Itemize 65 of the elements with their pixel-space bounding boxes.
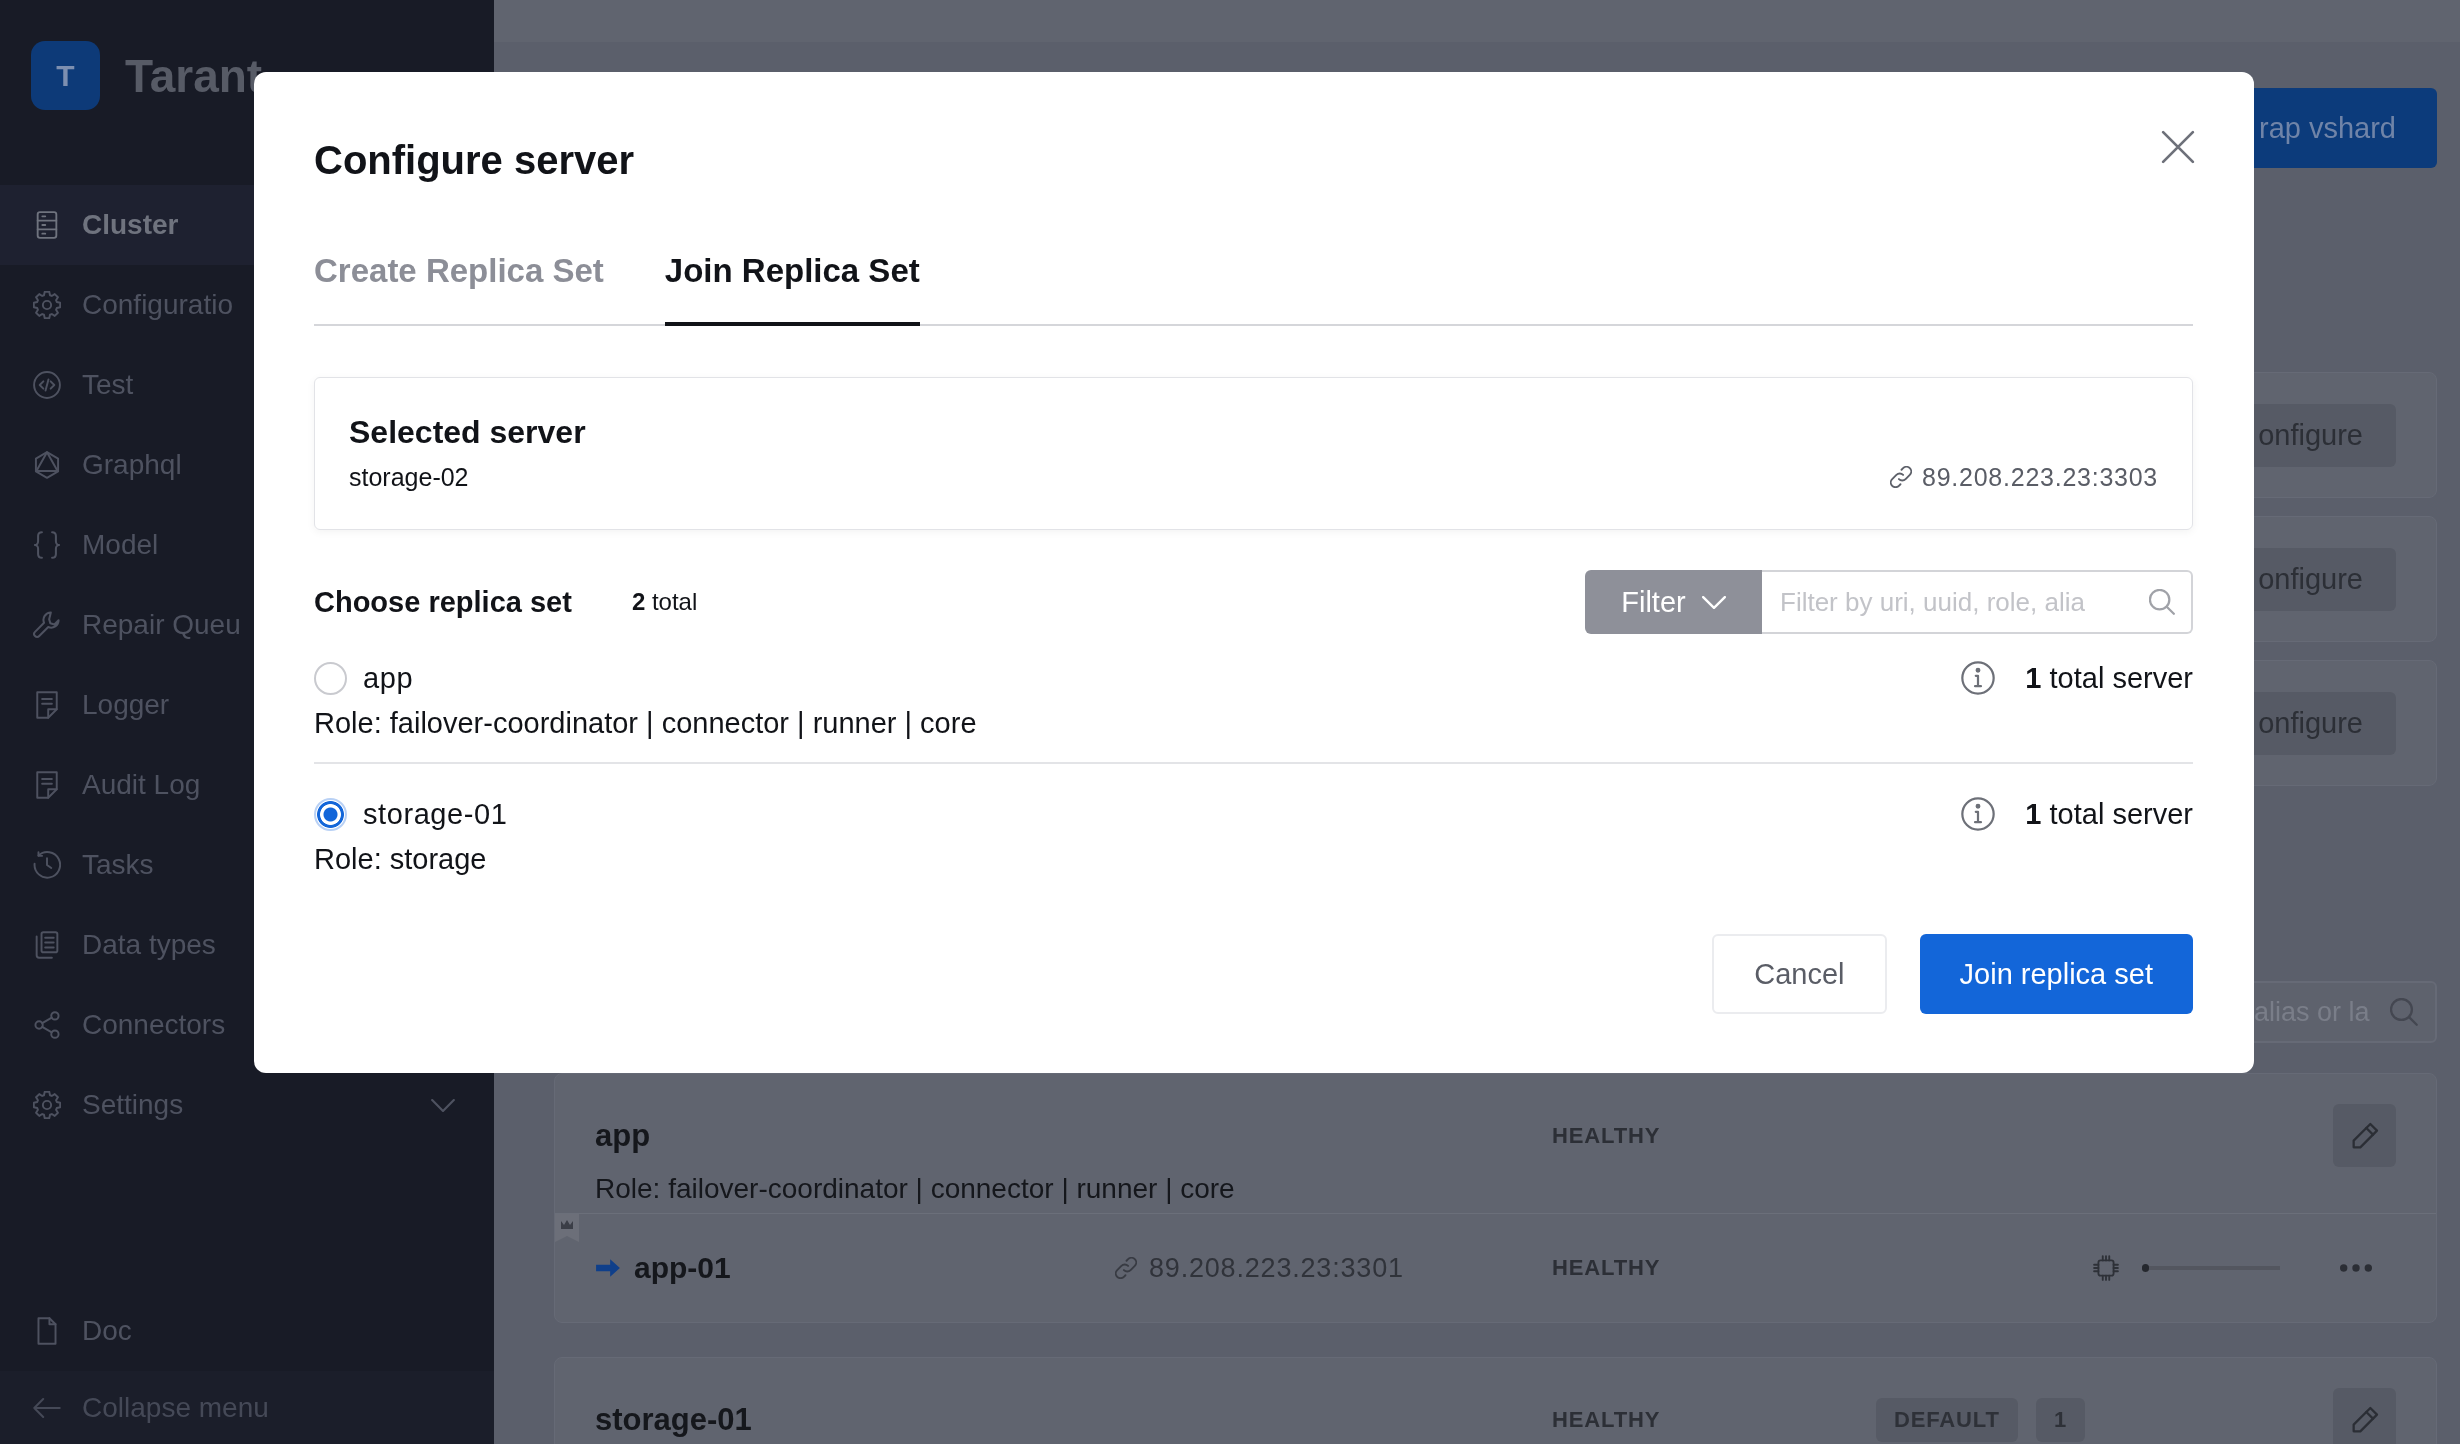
server-name: storage-02 (349, 462, 469, 493)
hexagon-icon (33, 451, 61, 479)
cancel-button[interactable]: Cancel (1712, 934, 1887, 1014)
nav-item[interactable]: Settings (0, 1065, 494, 1145)
replica-set-name: storage-01 (595, 1401, 753, 1438)
replica-set-name: storage-01 (363, 797, 508, 831)
health-status: HEALTHY (1552, 1255, 1662, 1281)
chevron-down-icon[interactable] (431, 1098, 455, 1112)
card-title: Selected server (349, 413, 587, 451)
search-icon (2149, 589, 2175, 615)
info-icon (1961, 797, 1996, 831)
nav-item[interactable]: Logger (0, 665, 174, 745)
radio-button[interactable] (314, 797, 347, 831)
documents-icon (33, 931, 61, 959)
link-icon (1890, 466, 1913, 488)
nav-item[interactable]: Model (0, 505, 163, 585)
nav-item[interactable]: Audit Log (0, 745, 205, 825)
nav-item[interactable]: Connectors (0, 985, 230, 1065)
replica-set-name: app (595, 1117, 652, 1154)
radio-button[interactable] (314, 661, 347, 695)
roles-text: Role: failover-coordinator | connector | runner | core (594, 1172, 1236, 1206)
note-icon (33, 771, 61, 799)
replica-set-name: app (363, 661, 414, 695)
dialog-title: Configure server (314, 137, 635, 184)
nav-item[interactable]: Doc (0, 1291, 136, 1371)
join-button[interactable]: Join replica set (1919, 934, 2193, 1014)
server-count: 1 total server (2025, 797, 2193, 831)
pencil-icon (2350, 1121, 2379, 1150)
tab[interactable]: Join Replica Set (664, 251, 920, 326)
filter-button[interactable]: Filter (1585, 570, 1762, 634)
gear-icon (33, 291, 61, 319)
braces-icon (33, 531, 61, 559)
wrench-icon (33, 611, 61, 639)
logo-text: Tarant (125, 48, 263, 104)
nav-item[interactable]: Test (0, 345, 138, 425)
health-status: HEALTHY (1552, 1406, 1662, 1433)
more-icon[interactable] (2340, 1264, 2372, 1272)
share-icon (33, 1011, 61, 1039)
clock-icon (33, 851, 61, 879)
note-icon (33, 691, 61, 719)
link-icon (1115, 1257, 1137, 1279)
code-icon (33, 371, 61, 399)
logo-mark: T (31, 41, 100, 110)
settings-icon (33, 1091, 61, 1119)
search-icon (2390, 998, 2418, 1026)
nav-item[interactable]: Data types (0, 905, 220, 985)
nav-item[interactable]: Repair Queu (0, 585, 245, 665)
chip-icon (2093, 1255, 2119, 1281)
pencil-icon (2350, 1405, 2379, 1434)
server-name: app-01 (634, 1251, 731, 1285)
nav-item[interactable]: Tasks (0, 825, 158, 905)
count-text: 2 total (631, 588, 698, 616)
nav-item[interactable]: Configuratio (0, 265, 237, 345)
chevron-down-icon (1701, 595, 1726, 609)
health-status: HEALTHY (1552, 1122, 1662, 1149)
roles-text: Role: failover-coordinator | connector | runner | core (314, 706, 978, 741)
nav-item[interactable]: Graphql (0, 425, 186, 505)
roles-text: Role: storage (314, 842, 488, 877)
info-icon (1961, 661, 1996, 695)
edit-button[interactable] (2333, 1388, 2396, 1444)
close-icon[interactable] (2161, 130, 2195, 164)
section-title: Choose replica set (314, 585, 572, 619)
server-count: 1 total server (2025, 661, 2193, 695)
edit-button[interactable] (2333, 1104, 2396, 1167)
server-uri: 89.208.223.23:3303 (1922, 462, 2158, 492)
